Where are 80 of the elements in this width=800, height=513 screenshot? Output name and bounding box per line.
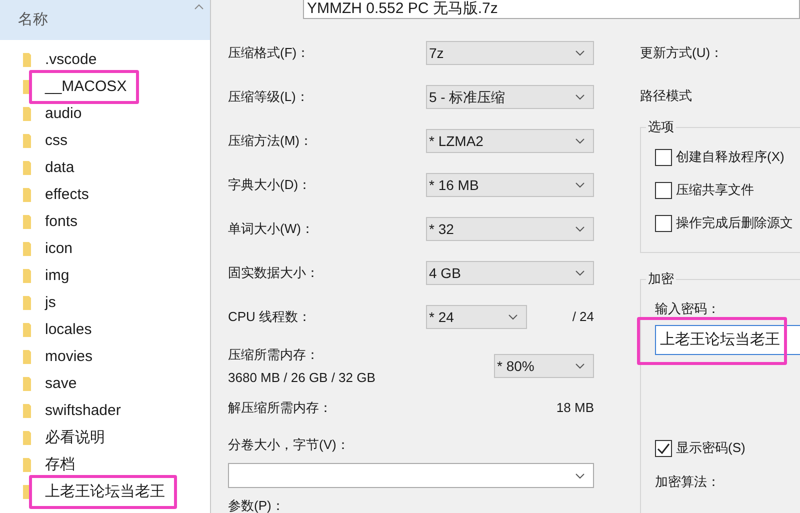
folder-icon: [22, 402, 32, 418]
checkbox[interactable]: [655, 214, 672, 232]
dropdown[interactable]: * 16 MB: [426, 173, 594, 197]
field-label: 压缩格式(F)：: [228, 44, 310, 62]
folder-name[interactable]: icon: [45, 240, 73, 256]
dropdown[interactable]: * 80%: [494, 354, 594, 378]
checkbox[interactable]: [655, 182, 672, 198]
folder-icon: [22, 294, 32, 310]
password-field[interactable]: 上老王论坛当老王: [655, 325, 800, 355]
checkbox[interactable]: [655, 148, 672, 166]
folder-name[interactable]: img: [45, 266, 70, 284]
folder-name[interactable]: save: [45, 374, 77, 392]
field-label: 更新方式(U)：: [640, 44, 724, 62]
folder-icon: [22, 348, 32, 364]
field-label: 分卷大小，字节(V)：: [228, 436, 350, 454]
checkbox-label: 创建自释放程序(X): [676, 148, 784, 166]
folder-icon: [22, 240, 32, 256]
dropdown[interactable]: 7z: [426, 41, 594, 65]
field-label: CPU 线程数：: [228, 308, 312, 326]
folder-name[interactable]: movies: [45, 348, 93, 364]
folder-icon: [22, 430, 32, 446]
dropdown-caret-icon: [575, 138, 585, 144]
field-label: 单词大小(W)：: [228, 220, 314, 238]
dropdown-caret-icon: [575, 472, 585, 478]
folder-name[interactable]: js: [45, 294, 56, 310]
folder-name[interactable]: 必看说明: [45, 428, 105, 446]
dropdown-caret-icon: [508, 314, 518, 320]
dropdown-caret-icon: [575, 182, 585, 188]
dropdown-caret-icon: [575, 226, 585, 232]
dropdown-caret-icon: [575, 50, 585, 56]
field-label: 字典大小(D)：: [228, 176, 312, 194]
folder-icon: [22, 268, 32, 284]
field-label: 压缩等级(L)：: [228, 88, 309, 106]
field-label: 压缩所需内存：: [228, 346, 320, 364]
dropdown-caret-icon: [575, 363, 585, 369]
folder-name[interactable]: swiftshader: [45, 402, 121, 418]
folder-icon: [22, 186, 32, 202]
field-label: 压缩方法(M)：: [228, 132, 312, 150]
folder-icon: [22, 376, 32, 392]
folder-name[interactable]: __MACOSX: [45, 78, 127, 94]
folder-name[interactable]: effects: [45, 186, 89, 202]
memory-value: 18 MB: [556, 399, 594, 418]
field-label: 加密算法：: [655, 473, 721, 491]
folder-icon: [22, 456, 32, 472]
folder-name[interactable]: 上老王论坛当老王: [45, 482, 165, 500]
folder-icon: [22, 322, 32, 338]
dropdown[interactable]: 4 GB: [426, 261, 594, 285]
field-label: 输入密码：: [655, 300, 721, 317]
folder-name[interactable]: fonts: [45, 212, 78, 230]
folder-icon: [22, 214, 32, 230]
memory-usage: 3680 MB / 26 GB / 32 GB: [228, 369, 376, 387]
folder-name[interactable]: .vscode: [45, 50, 97, 68]
checkbox[interactable]: [655, 440, 672, 456]
dropdown[interactable]: * LZMA2: [426, 129, 594, 153]
folder-name[interactable]: locales: [45, 320, 92, 338]
folder-icon: [22, 132, 32, 148]
field-label: 路径模式: [640, 87, 692, 106]
field-label: 固实数据大小：: [228, 264, 319, 282]
dropdown-caret-icon: [575, 270, 585, 276]
sort-caret-icon: [194, 4, 204, 10]
field-label: 参数(P)：: [228, 498, 284, 513]
group-title: 选项: [646, 118, 676, 136]
dropdown[interactable]: * 32: [426, 217, 594, 241]
folder-icon: [22, 106, 32, 122]
dropdown[interactable]: * 24: [426, 305, 527, 329]
folder-name[interactable]: css: [45, 132, 68, 148]
checkbox-label: 压缩共享文件: [676, 181, 754, 200]
field-label: 解压缩所需内存：: [228, 399, 332, 418]
dropdown-caret-icon: [575, 94, 585, 100]
checkbox-label: 显示密码(S): [676, 439, 746, 458]
folder-name[interactable]: 存档: [45, 456, 75, 472]
archive-name-field[interactable]: YMMZH 0.552 PC 无马版.7z: [303, 0, 800, 19]
folder-name[interactable]: data: [45, 158, 74, 176]
thread-count: / 24: [572, 308, 594, 326]
dropdown[interactable]: 5 - 标准压缩: [426, 85, 594, 109]
folder-icon: [22, 160, 32, 176]
folder-name[interactable]: audio: [45, 104, 82, 122]
column-header[interactable]: 名称: [0, 0, 210, 40]
folder-icon: [22, 52, 32, 68]
checkbox-label: 操作完成后删除源文: [676, 214, 793, 232]
